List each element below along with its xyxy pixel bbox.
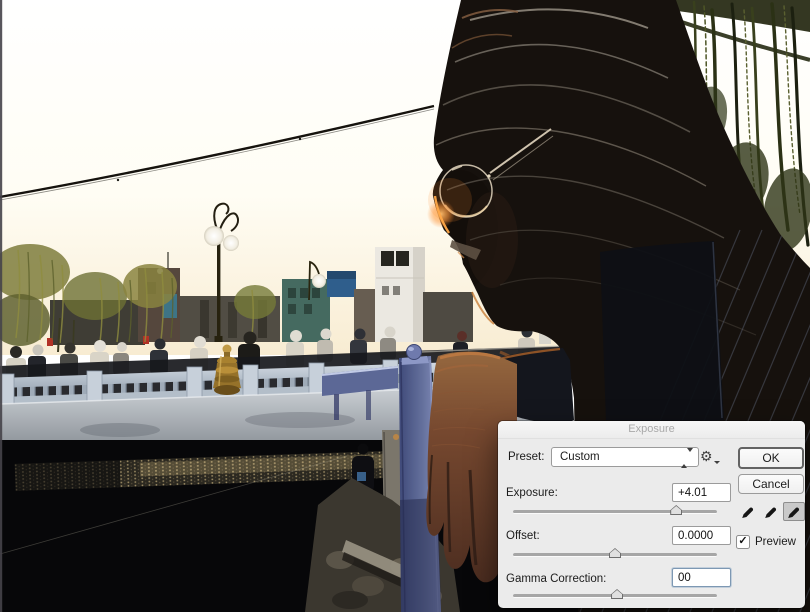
preview-checkbox-label: Preview bbox=[755, 536, 796, 548]
black-point-eyedropper-icon[interactable] bbox=[737, 502, 759, 521]
cancel-button[interactable]: Cancel bbox=[738, 474, 804, 494]
gamma-slider-thumb[interactable] bbox=[611, 589, 623, 599]
left-edge-strip bbox=[0, 0, 2, 612]
gamma-slider[interactable] bbox=[513, 594, 717, 598]
exposure-slider[interactable] bbox=[513, 510, 717, 514]
exposure-value-field[interactable] bbox=[672, 483, 731, 502]
dialog-titlebar[interactable]: Exposure bbox=[498, 421, 805, 439]
offset-label: Offset: bbox=[506, 530, 540, 542]
gamma-label: Gamma Correction: bbox=[506, 573, 606, 585]
gear-icon[interactable]: ⚙ bbox=[700, 448, 713, 465]
ok-button[interactable]: OK bbox=[738, 447, 804, 469]
preview-checkbox-box[interactable]: ✓ bbox=[736, 535, 750, 549]
exposure-slider-thumb[interactable] bbox=[670, 505, 682, 515]
eyedropper-group bbox=[737, 502, 805, 521]
offset-slider-thumb[interactable] bbox=[609, 548, 621, 558]
preset-value: Custom bbox=[560, 451, 600, 463]
exposure-label: Exposure: bbox=[506, 487, 558, 499]
exposure-dialog: Exposure Preset: Custom ⚙ OK Cancel Expo… bbox=[498, 421, 805, 608]
preview-control[interactable]: ✓ Preview bbox=[736, 535, 796, 549]
white-point-eyedropper-icon[interactable] bbox=[783, 502, 805, 521]
screenshot: Exposure Preset: Custom ⚙ OK Cancel Expo… bbox=[0, 0, 810, 612]
preset-dropdown[interactable]: Custom bbox=[551, 447, 699, 467]
gear-menu-arrow-icon bbox=[714, 461, 720, 464]
offset-slider[interactable] bbox=[513, 553, 717, 557]
offset-value-field[interactable] bbox=[672, 526, 731, 545]
gamma-value-field[interactable] bbox=[672, 568, 731, 587]
dialog-title: Exposure bbox=[628, 423, 674, 435]
dropdown-stepper-icon bbox=[681, 452, 693, 464]
preset-label: Preset: bbox=[508, 451, 544, 463]
gray-point-eyedropper-icon[interactable] bbox=[760, 502, 782, 521]
